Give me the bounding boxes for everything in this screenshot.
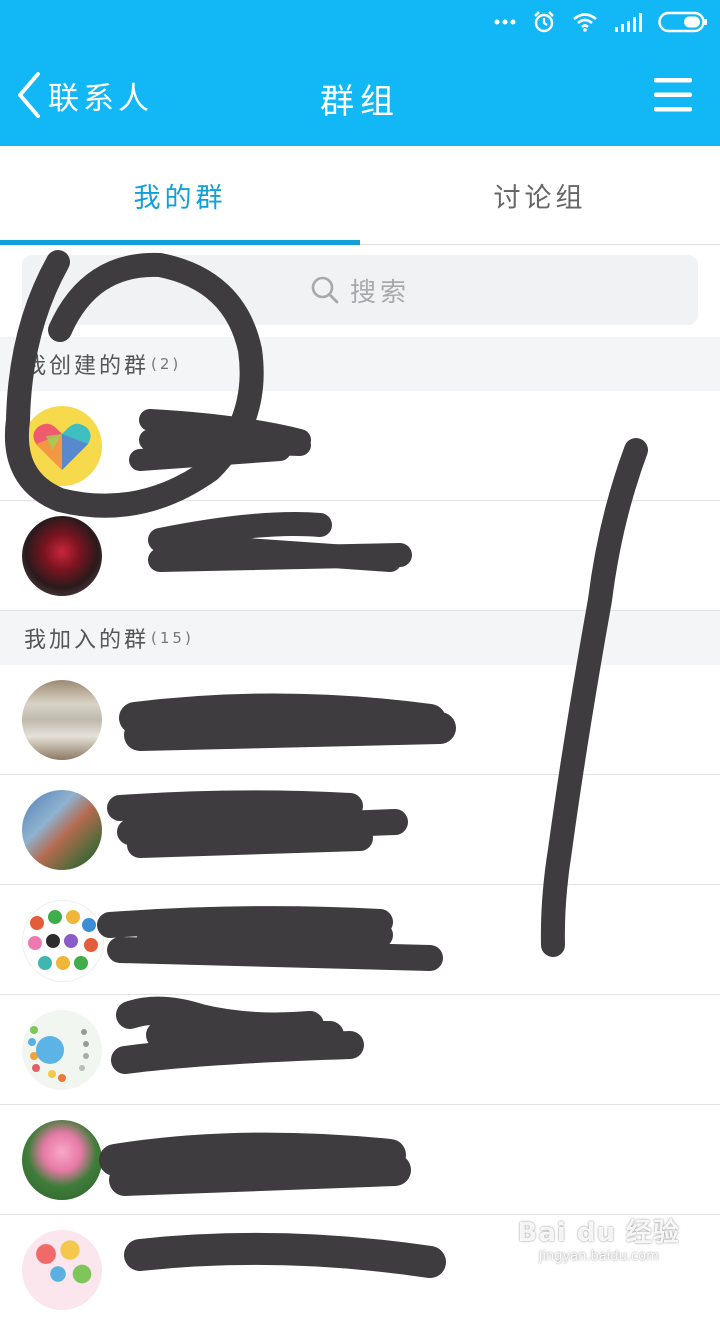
avatar bbox=[22, 900, 104, 982]
list-item[interactable] bbox=[0, 1105, 720, 1215]
battery-icon bbox=[658, 11, 707, 33]
status-icons bbox=[494, 8, 708, 36]
alarm-icon bbox=[534, 11, 554, 33]
section-label: 我加入的群 bbox=[24, 628, 150, 653]
ellipsis-icon bbox=[494, 19, 516, 25]
avatar bbox=[22, 516, 102, 596]
avatar bbox=[22, 1010, 102, 1090]
section-count: (2) bbox=[151, 355, 182, 373]
tab-my-groups[interactable]: 我的群 bbox=[0, 146, 360, 244]
avatar bbox=[22, 1230, 102, 1310]
avatar bbox=[22, 406, 102, 486]
avatar bbox=[22, 1120, 102, 1200]
section-created-groups: 我创建的群 (2) bbox=[0, 337, 720, 391]
search-placeholder: 搜索 bbox=[349, 277, 410, 308]
avatar bbox=[22, 680, 102, 760]
section-label: 我创建的群 bbox=[24, 354, 150, 379]
signal-icon bbox=[615, 13, 642, 32]
heart-icon bbox=[33, 423, 91, 470]
status-bar bbox=[0, 0, 720, 44]
list-item[interactable] bbox=[0, 775, 720, 885]
list-item[interactable] bbox=[0, 391, 720, 501]
search-area: 搜索 bbox=[0, 245, 720, 337]
search-input[interactable]: 搜索 bbox=[22, 255, 698, 325]
tab-discussion-groups[interactable]: 讨论组 bbox=[360, 146, 720, 244]
menu-icon[interactable] bbox=[652, 74, 694, 116]
section-count: (15) bbox=[151, 629, 194, 647]
list-item[interactable] bbox=[0, 885, 720, 995]
list-item[interactable] bbox=[0, 665, 720, 775]
section-joined-groups: 我加入的群 (15) bbox=[0, 611, 720, 665]
list-item[interactable] bbox=[0, 501, 720, 611]
page-title: 群组 bbox=[320, 82, 400, 122]
wifi-icon bbox=[573, 13, 597, 32]
tab-bar: 我的群 讨论组 bbox=[0, 146, 720, 245]
list-item[interactable] bbox=[0, 995, 720, 1105]
avatar bbox=[22, 790, 102, 870]
list-item[interactable] bbox=[0, 1215, 720, 1325]
nav-bar: 联系人 群组 bbox=[0, 44, 720, 146]
search-icon bbox=[311, 276, 339, 304]
